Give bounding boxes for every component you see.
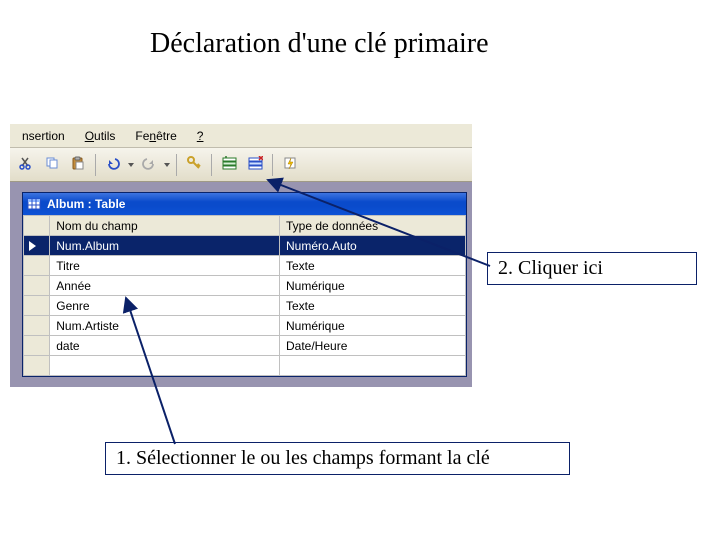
app-window: nsertion Outils Fenêtre ? <box>10 123 472 387</box>
table-row[interactable]: Num.AlbumNuméro.Auto <box>24 236 466 256</box>
primary-key-button[interactable] <box>182 153 206 177</box>
cut-icon <box>19 156 33 173</box>
paste-button[interactable] <box>66 153 90 177</box>
table-row[interactable]: GenreTexte <box>24 296 466 316</box>
window-title: Album : Table <box>47 197 125 211</box>
indexes-button[interactable] <box>278 153 302 177</box>
field-type-cell[interactable]: Numéro.Auto <box>280 236 466 256</box>
cut-button[interactable] <box>14 153 38 177</box>
menu-window[interactable]: Fenêtre <box>127 127 184 145</box>
field-name-cell[interactable]: date <box>50 336 280 356</box>
delete-rows-button[interactable] <box>243 153 267 177</box>
field-name-cell[interactable]: Année <box>50 276 280 296</box>
field-type-cell[interactable]: Texte <box>280 296 466 316</box>
page-title: Déclaration d'une clé primaire <box>150 28 489 60</box>
undo-icon <box>106 156 120 173</box>
corner-header[interactable] <box>24 216 50 236</box>
row-selector[interactable] <box>24 316 50 336</box>
row-selector[interactable] <box>24 236 50 256</box>
lightning-icon <box>283 156 297 173</box>
copy-icon <box>45 156 59 173</box>
field-name-cell[interactable]: Titre <box>50 256 280 276</box>
column-header-name[interactable]: Nom du champ <box>50 216 280 236</box>
field-name-cell[interactable]: Genre <box>50 296 280 316</box>
window-titlebar[interactable]: Album : Table <box>23 193 466 215</box>
field-type-cell[interactable]: Numérique <box>280 316 466 336</box>
field-type-cell[interactable]: Date/Heure <box>280 336 466 356</box>
toolbar <box>10 148 472 182</box>
table-row[interactable]: Num.ArtisteNumérique <box>24 316 466 336</box>
insert-rows-icon <box>222 156 237 174</box>
callout-step-2: 2. Cliquer ici <box>487 252 697 285</box>
field-name-cell[interactable]: Num.Album <box>50 236 280 256</box>
key-icon <box>186 155 202 174</box>
field-name-cell[interactable]: Num.Artiste <box>50 316 280 336</box>
undo-button[interactable] <box>101 153 125 177</box>
delete-rows-icon <box>248 156 263 174</box>
redo-button[interactable] <box>137 153 161 177</box>
field-type-cell[interactable]: Numérique <box>280 276 466 296</box>
undo-dropdown[interactable] <box>127 163 135 167</box>
menu-help[interactable]: ? <box>189 127 212 145</box>
menu-tools[interactable]: Outils <box>77 127 124 145</box>
field-name-cell[interactable] <box>50 356 280 376</box>
copy-button[interactable] <box>40 153 64 177</box>
table-row-blank[interactable] <box>24 356 466 376</box>
row-selector[interactable] <box>24 356 50 376</box>
menu-bar: nsertion Outils Fenêtre ? <box>10 124 472 148</box>
field-type-cell[interactable] <box>280 356 466 376</box>
redo-icon <box>142 156 156 173</box>
column-header-type[interactable]: Type de données <box>280 216 466 236</box>
current-row-marker-icon <box>29 241 36 251</box>
table-designer-window: Album : Table Nom du champ Type de donné… <box>22 192 467 377</box>
redo-dropdown[interactable] <box>163 163 171 167</box>
row-selector[interactable] <box>24 296 50 316</box>
callout-step-1: 1. Sélectionner le ou les champs formant… <box>105 442 570 475</box>
table-icon <box>27 197 41 211</box>
table-row[interactable]: TitreTexte <box>24 256 466 276</box>
field-type-cell[interactable]: Texte <box>280 256 466 276</box>
menu-insert[interactable]: nsertion <box>14 127 73 145</box>
insert-rows-button[interactable] <box>217 153 241 177</box>
row-selector[interactable] <box>24 256 50 276</box>
table-row[interactable]: AnnéeNumérique <box>24 276 466 296</box>
table-row[interactable]: dateDate/Heure <box>24 336 466 356</box>
paste-icon <box>71 156 85 173</box>
row-selector[interactable] <box>24 276 50 296</box>
row-selector[interactable] <box>24 336 50 356</box>
mdi-workspace: Album : Table Nom du champ Type de donné… <box>10 182 472 387</box>
fields-grid: Nom du champ Type de données Num.AlbumNu… <box>23 215 466 376</box>
